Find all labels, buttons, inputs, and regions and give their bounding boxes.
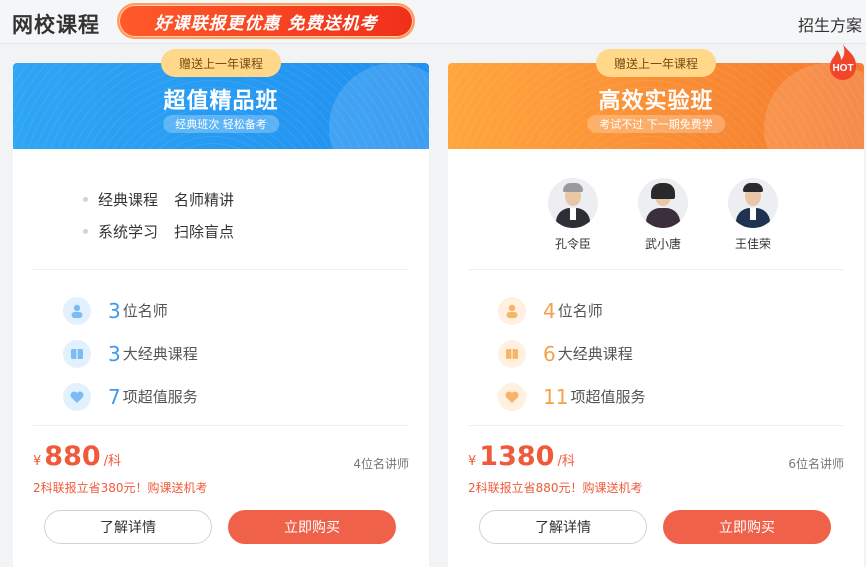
divider — [468, 425, 844, 426]
stat-number: 3 — [108, 341, 121, 366]
teacher-count: 4位名讲师 — [353, 457, 409, 471]
stat-label: 大经典课程 — [557, 345, 633, 363]
stat-number: 7 — [108, 384, 121, 409]
page-title: 网校课程 — [12, 13, 100, 37]
details-button[interactable]: 了解详情 — [44, 510, 212, 544]
stat-number: 11 — [543, 384, 569, 409]
gift-tag: 赠送上一年课程 — [596, 49, 716, 77]
price: ¥ 880 /科 — [33, 441, 121, 472]
book-icon — [498, 339, 526, 368]
feature-item: 扫除盲点 — [174, 222, 235, 241]
promo-note: 2科联报立省880元！购课送机考 — [468, 481, 643, 495]
course-name: 高效实验班 — [598, 89, 714, 114]
course-subtitle: 考试不过 下一期免费学 — [587, 115, 725, 133]
divider — [468, 269, 844, 270]
stat-row: 6 大经典课程 — [498, 332, 645, 375]
feature-row: 经典课程 名师精讲 — [83, 183, 234, 215]
price-value: 880 — [44, 441, 101, 472]
avatar — [548, 178, 598, 228]
stat-label: 大经典课程 — [122, 345, 198, 363]
gift-tag: 赠送上一年课程 — [161, 49, 281, 77]
teacher-profile[interactable]: 武小唐 — [618, 178, 708, 252]
enrollment-plan-link[interactable]: 招生方案 — [798, 12, 862, 36]
stat-row: 4 位名师 — [498, 289, 645, 332]
promo-banner[interactable]: 好课联报更优惠 免费送机考 — [117, 3, 415, 39]
divider — [33, 425, 409, 426]
stat-number: 6 — [543, 341, 556, 366]
teacher-icon — [498, 296, 526, 325]
stat-number: 4 — [543, 298, 556, 323]
teacher-name: 王佳荣 — [734, 237, 771, 251]
page-header: 网校课程 好课联报更优惠 免费送机考 招生方案 — [0, 0, 866, 44]
feature-list: 经典课程 名师精讲 系统学习 扫除盲点 — [83, 183, 234, 247]
feature-item: 系统学习 — [98, 222, 159, 241]
teacher-profile[interactable]: 孔令臣 — [528, 178, 618, 252]
book-icon — [63, 339, 91, 368]
currency-symbol: ¥ — [33, 454, 42, 469]
divider — [33, 269, 409, 270]
stats-list: 4 位名师 6 大经典课程 11 项超值服务 — [498, 289, 645, 418]
stat-label: 位名师 — [557, 302, 603, 320]
course-subtitle: 经典班次 轻松备考 — [163, 115, 279, 133]
course-card-value: 赠送上一年课程 超值精品班 经典班次 轻松备考 经典课程 名师精讲 系统学习 扫… — [13, 49, 429, 567]
feature-item: 名师精讲 — [174, 190, 235, 209]
buy-button[interactable]: 立即购买 — [228, 510, 396, 544]
course-name: 超值精品班 — [163, 89, 279, 114]
teacher-name: 孔令臣 — [554, 237, 591, 251]
currency-symbol: ¥ — [468, 454, 477, 469]
stat-label: 项超值服务 — [570, 388, 646, 406]
course-card-efficient: 赠送上一年课程 HOT 高效实验班 考试不过 下一期免费学 孔令臣 武小唐 王佳… — [448, 44, 864, 567]
stat-row: 11 项超值服务 — [498, 375, 645, 418]
promo-note: 2科联报立省380元！购课送机考 — [33, 481, 208, 495]
stat-label: 项超值服务 — [122, 388, 198, 406]
feature-item: 经典课程 — [98, 190, 159, 209]
price-unit: /科 — [557, 454, 575, 469]
bullet-icon — [83, 228, 88, 234]
stat-row: 3 位名师 — [63, 289, 198, 332]
heart-icon — [63, 382, 91, 411]
hot-badge-text: HOT — [832, 63, 853, 74]
stats-list: 3 位名师 3 大经典课程 7 项超值服务 — [63, 289, 198, 418]
stat-label: 位名师 — [122, 302, 168, 320]
avatar — [638, 178, 688, 228]
stat-row: 3 大经典课程 — [63, 332, 198, 375]
buy-button[interactable]: 立即购买 — [663, 510, 831, 544]
feature-row: 系统学习 扫除盲点 — [83, 215, 234, 247]
stat-number: 3 — [108, 298, 121, 323]
hot-badge: HOT — [826, 43, 860, 81]
price-value: 1380 — [479, 441, 555, 472]
heart-icon — [498, 382, 526, 411]
details-button[interactable]: 了解详情 — [479, 510, 647, 544]
teacher-icon — [63, 296, 91, 325]
teacher-count: 6位名讲师 — [788, 457, 844, 471]
bullet-icon — [83, 196, 88, 202]
price: ¥ 1380 /科 — [468, 441, 575, 472]
promo-banner-text: 好课联报更优惠 免费送机考 — [154, 13, 378, 34]
teacher-name: 武小唐 — [644, 237, 681, 251]
teacher-list: 孔令臣 武小唐 王佳荣 — [528, 178, 798, 252]
stat-row: 7 项超值服务 — [63, 375, 198, 418]
price-unit: /科 — [103, 454, 122, 469]
avatar — [728, 178, 778, 228]
teacher-profile[interactable]: 王佳荣 — [708, 178, 798, 252]
